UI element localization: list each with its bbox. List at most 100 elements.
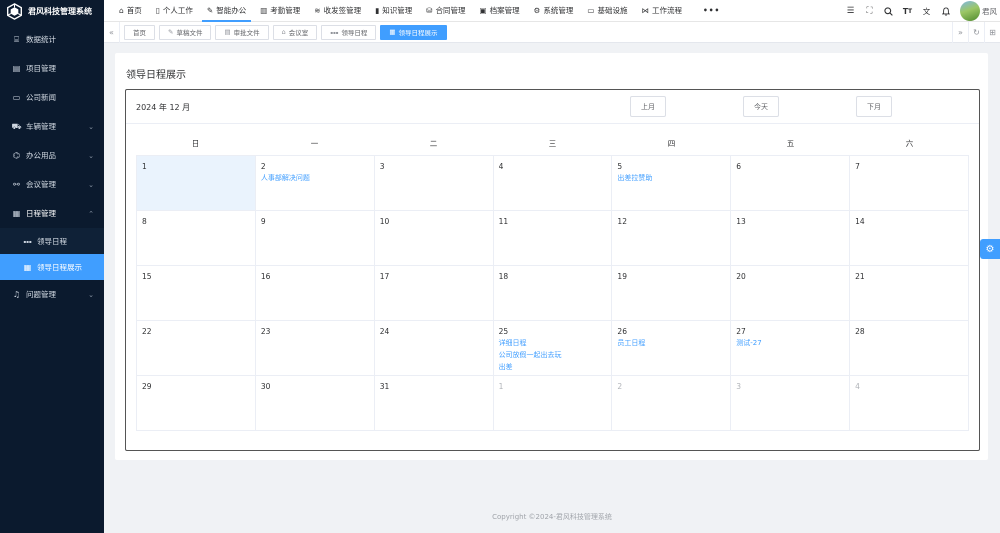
topnav-item[interactable]: ≋ 收发签管理 [307, 0, 368, 22]
calendar-day-cell[interactable]: 11 [493, 211, 613, 266]
calendar-day-cell[interactable]: 7 [850, 156, 969, 211]
more-menu-icon[interactable]: ••• [689, 0, 734, 22]
day-number: 28 [855, 327, 865, 336]
topnav-item[interactable]: ▯ 个人工作 [149, 0, 200, 22]
sidebar-subitem[interactable]: ▦ 领导日程展示 [0, 254, 104, 280]
calendar-day-cell[interactable]: 9 [255, 211, 375, 266]
chevron-down-icon: ⌄ [88, 290, 94, 299]
calendar-day-cell[interactable]: 3 [374, 156, 494, 211]
tags-scroll-right-icon[interactable]: » [952, 21, 968, 43]
calendar-day-cell[interactable]: 12 [612, 211, 732, 266]
calendar-day-cell[interactable]: 4 [493, 156, 613, 211]
calendar-day-cell[interactable]: 23 [255, 321, 375, 376]
topnav-item[interactable]: ▥ 考勤管理 [253, 0, 307, 22]
calendar-day-cell[interactable]: 18 [493, 266, 613, 321]
bell-icon[interactable] [936, 0, 955, 22]
day-number: 20 [736, 272, 746, 281]
calendar-day-cell[interactable]: 2 [612, 376, 732, 431]
calendar-day-cell[interactable]: 10 [374, 211, 494, 266]
calendar-day-cell[interactable]: 14 [850, 211, 969, 266]
sidebar-item-label: 日程管理 [26, 209, 56, 218]
tags-scroll-left-icon[interactable]: « [104, 21, 120, 43]
topnav-item[interactable]: ▮ 知识管理 [368, 0, 419, 22]
tag-item[interactable]: ✎ 草稿文件 [159, 24, 212, 40]
day-number: 30 [260, 382, 271, 391]
calendar-day-cell[interactable]: 2 人事部解决问题 [255, 156, 375, 211]
calendar-day-cell[interactable]: 3 [731, 376, 851, 431]
topnav-item[interactable]: ✎ 智能办公 [200, 0, 253, 22]
fullscreen-icon[interactable]: ⛶ [860, 0, 879, 22]
sidebar-subitem[interactable]: ▪▪▪ 领导日程 [0, 228, 104, 254]
language-icon[interactable]: 文 [917, 0, 936, 22]
calendar-day-cell[interactable]: 5 出差拉赞助 [612, 156, 732, 211]
tag-item[interactable]: ▪▪▪ 领导日程 [321, 24, 377, 40]
calendar-day-cell[interactable]: 22 [137, 321, 256, 376]
calendar-event[interactable]: 出差 [499, 361, 607, 373]
today-button[interactable]: 今天 [743, 96, 779, 117]
tag-item[interactable]: ▤ 审批文件 [215, 24, 269, 40]
sidebar-item-label: 办公用品 [26, 151, 56, 160]
calendar-day-cell[interactable]: 15 [137, 266, 256, 321]
calendar-day-cell[interactable]: 31 [374, 376, 494, 431]
sidebar-item[interactable]: ▦ 日程管理 ⌃ [0, 199, 104, 228]
tag-item[interactable]: ⌂ 会议室 [272, 24, 318, 40]
calendar: 2024 年 12 月 上月 今天 下月 日一二三四五六 1 2 人事部解决问题 3 4… [125, 89, 980, 451]
calendar-day-cell[interactable]: 8 [137, 211, 256, 266]
sidebar-item[interactable]: ⌸ 数据统计 [0, 25, 104, 54]
calendar-day-cell[interactable]: 24 [374, 321, 494, 376]
weekday-label: 日 [191, 138, 200, 148]
calendar-day-cell[interactable]: 16 [255, 266, 375, 321]
topnav-item[interactable]: ▣ 档案管理 [473, 0, 527, 22]
calendar-event[interactable]: 测试-27 [736, 337, 844, 349]
day-number: 1 [142, 162, 147, 171]
topnav-item[interactable]: ⋈ 工作流程 [634, 0, 689, 22]
topnav-item[interactable]: ⚙ 系统管理 [527, 0, 581, 22]
sidebar-item[interactable]: ♫ 问题管理 ⌄ [0, 280, 104, 309]
calendar-event[interactable]: 详细日程 [499, 337, 607, 349]
refresh-icon[interactable]: ↻ [968, 21, 984, 43]
logo[interactable]: 君风科技管理系统 [0, 0, 104, 22]
calendar-day-cell[interactable]: 21 [850, 266, 969, 321]
calendar-event[interactable]: 员工日程 [617, 337, 725, 349]
calendar-day-cell[interactable]: 27 测试-27 [731, 321, 851, 376]
sidebar-item[interactable]: ▭ 公司新闻 [0, 83, 104, 112]
sidebar-item[interactable]: ⚯ 会议管理 ⌄ [0, 170, 104, 199]
settings-gear-icon[interactable]: ⚙ [980, 239, 1000, 259]
next-month-button[interactable]: 下月 [856, 96, 892, 117]
calendar-day-cell[interactable]: 1 [493, 376, 613, 431]
calendar-event[interactable]: 公司放假一起出去玩 [499, 349, 607, 361]
topnav-item[interactable]: ⌂ 首页 [112, 0, 149, 22]
calendar-day-cell[interactable]: 20 [731, 266, 851, 321]
calendar-day-cell[interactable]: 1 [137, 156, 256, 211]
font-size-icon[interactable]: TT [898, 0, 917, 22]
topnav-item[interactable]: ⛁ 合同管理 [419, 0, 472, 22]
calendar-day-cell[interactable]: 28 [850, 321, 969, 376]
calendar-event[interactable]: 人事部解决问题 [261, 172, 369, 184]
calendar-event[interactable]: 出差拉赞助 [617, 172, 725, 184]
tag-item[interactable]: ▦ 领导日程展示 [380, 24, 447, 40]
user-name[interactable]: 君风 [982, 6, 997, 17]
tags-menu-icon[interactable]: ⊞ [984, 21, 1000, 43]
menu-toggle-icon[interactable]: ☰ [841, 0, 860, 22]
calendar-day-cell[interactable]: 30 [255, 376, 375, 431]
calendar-day-cell[interactable]: 13 [731, 211, 851, 266]
chart-icon: ⌸ [14, 34, 19, 44]
day-number: 3 [379, 162, 385, 171]
calendar-day-cell[interactable]: 17 [374, 266, 494, 321]
avatar[interactable] [960, 1, 980, 21]
calendar-day-cell[interactable]: 4 [850, 376, 969, 431]
search-icon[interactable] [879, 0, 898, 22]
tag-item[interactable]: 首页 [124, 24, 155, 40]
sidebar-item[interactable]: ⛟ 车辆管理 ⌄ [0, 112, 104, 141]
calendar-day-cell[interactable]: 26 员工日程 [612, 321, 732, 376]
sidebar-item[interactable]: ▤ 项目管理 [0, 54, 104, 83]
calendar-day-cell[interactable]: 29 [137, 376, 256, 431]
prev-month-button[interactable]: 上月 [630, 96, 666, 117]
calendar-day-cell[interactable]: 19 [612, 266, 732, 321]
day-number: 31 [379, 382, 390, 391]
calendar-day-cell[interactable]: 6 [731, 156, 851, 211]
calendar-day-cell[interactable]: 25 详细日程 公司放假一起出去玩 出差 [493, 321, 613, 376]
topnav-item[interactable]: ▭ 基础设施 [580, 0, 634, 22]
dots-icon: ▪▪▪ [330, 29, 339, 35]
sidebar-item[interactable]: ⌬ 办公用品 ⌄ [0, 141, 104, 170]
